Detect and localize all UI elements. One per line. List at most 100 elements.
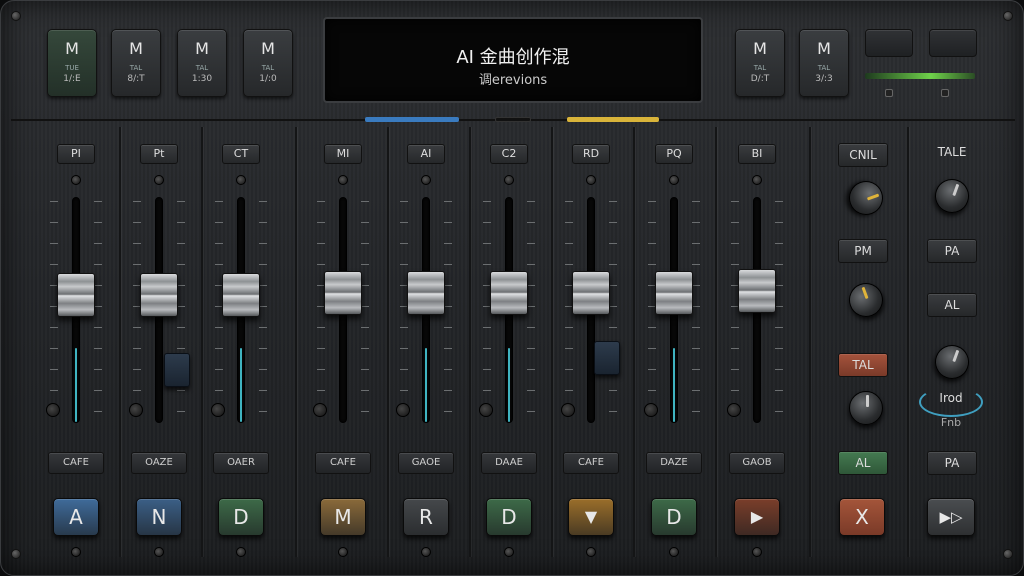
rotary-knob[interactable] [849, 391, 883, 425]
channel-action-button[interactable]: M [320, 498, 366, 536]
scale-tick [400, 243, 408, 244]
scale-tick [400, 201, 408, 202]
scale-tick [361, 285, 369, 286]
channel-label[interactable]: Pt [140, 144, 178, 164]
pa-button-2[interactable]: PA [927, 451, 977, 475]
fader-level-fill [240, 348, 242, 422]
scale-tick [609, 327, 617, 328]
button-value: 8/:T [127, 74, 145, 84]
top-mute-button-1[interactable]: M TUE 1/:E [47, 29, 97, 97]
button-glyph: M [129, 39, 143, 58]
fader-cap[interactable] [738, 269, 776, 313]
gain-label[interactable]: DAAE [481, 452, 537, 474]
al-button[interactable]: AL [927, 293, 977, 317]
scale-tick [609, 285, 617, 286]
rotary-knob[interactable] [844, 278, 888, 322]
channel-label[interactable]: AI [407, 144, 445, 164]
aux-fader-cap[interactable] [594, 341, 620, 375]
scale-tick [648, 222, 656, 223]
channel-label[interactable]: C2 [490, 144, 528, 164]
scale-tick [361, 411, 369, 412]
fader-cap[interactable] [490, 271, 528, 315]
channel-action-button[interactable]: ▶ [734, 498, 780, 536]
top-blank-button-1[interactable] [865, 29, 913, 57]
gain-label[interactable]: CAFE [563, 452, 619, 474]
channel-label[interactable]: CT [222, 144, 260, 164]
play-forward-button[interactable]: ▶▷ [927, 498, 975, 536]
scale-tick [565, 222, 573, 223]
gain-label[interactable]: DAZE [646, 452, 702, 474]
top-mute-button-3[interactable]: M TAL 1:30 [177, 29, 227, 97]
channel-label[interactable]: PQ [655, 144, 693, 164]
scale-tick [648, 369, 656, 370]
pan-knob-icon[interactable] [396, 403, 410, 417]
gain-label[interactable]: GAOB [729, 452, 785, 474]
channel-action-button[interactable]: D [218, 498, 264, 536]
tal-button[interactable]: TAL [838, 353, 888, 377]
scale-tick [317, 243, 325, 244]
scale-tick [50, 201, 58, 202]
scale-tick [731, 243, 739, 244]
channel-label[interactable]: RD [572, 144, 610, 164]
top-mute-button-5[interactable]: M TAL D/:T [735, 29, 785, 97]
channel-label[interactable]: PI [57, 144, 95, 164]
gain-label[interactable]: OAER [213, 452, 269, 474]
rotary-knob[interactable] [930, 174, 974, 218]
pan-knob-icon[interactable] [211, 403, 225, 417]
channel-action-button[interactable]: R [403, 498, 449, 536]
pan-knob-icon[interactable] [46, 403, 60, 417]
fader-cap[interactable] [407, 271, 445, 315]
aux-fader-cap[interactable] [164, 353, 190, 387]
top-blank-button-2[interactable] [929, 29, 977, 57]
scale-tick [177, 264, 185, 265]
scale-tick [317, 369, 325, 370]
fader-cap[interactable] [222, 273, 260, 317]
gain-label[interactable]: OAZE [131, 452, 187, 474]
fader-cap[interactable] [655, 271, 693, 315]
led-indicator [338, 547, 348, 557]
pan-knob-icon[interactable] [129, 403, 143, 417]
channel-action-button[interactable]: D [651, 498, 697, 536]
scale-tick [361, 201, 369, 202]
pan-knob-icon[interactable] [644, 403, 658, 417]
pm-button[interactable]: PM [838, 239, 888, 263]
scale-tick [444, 264, 452, 265]
channel-label[interactable]: MI [324, 144, 362, 164]
top-mute-button-4[interactable]: M TAL 1/:0 [243, 29, 293, 97]
top-mute-button-6[interactable]: M TAL 3/:3 [799, 29, 849, 97]
scale-tick [317, 201, 325, 202]
gain-label[interactable]: CAFE [315, 452, 371, 474]
scale-tick [565, 264, 573, 265]
scale-tick [400, 369, 408, 370]
channel-action-button[interactable]: N [136, 498, 182, 536]
channel-action-button[interactable]: A [53, 498, 99, 536]
scale-tick [50, 264, 58, 265]
channel-label[interactable]: BI [738, 144, 776, 164]
al-green-button[interactable]: AL [838, 451, 888, 475]
scale-tick [177, 327, 185, 328]
pan-knob-icon[interactable] [727, 403, 741, 417]
fader-cap[interactable] [140, 273, 178, 317]
gain-label[interactable]: GAOE [398, 452, 454, 474]
scale-tick [94, 411, 102, 412]
close-button[interactable]: X [839, 498, 885, 536]
channel-action-button[interactable]: D [486, 498, 532, 536]
channel-action-button[interactable]: ▼ [568, 498, 614, 536]
pan-knob-icon[interactable] [479, 403, 493, 417]
rotary-knob[interactable] [930, 340, 974, 384]
scale-tick [400, 264, 408, 265]
gain-label[interactable]: CAFE [48, 452, 104, 474]
scale-tick [444, 327, 452, 328]
pan-knob-icon[interactable] [561, 403, 575, 417]
top-mute-button-2[interactable]: M TAL 8/:T [111, 29, 161, 97]
fader-cap[interactable] [57, 273, 95, 317]
scale-tick [317, 222, 325, 223]
scale-tick [483, 327, 491, 328]
pan-knob-icon[interactable] [313, 403, 327, 417]
fader-cap[interactable] [324, 271, 362, 315]
fader-cap[interactable] [572, 271, 610, 315]
right-header-cnil[interactable]: CNIL [838, 143, 888, 167]
pa-button[interactable]: PA [927, 239, 977, 263]
screw-icon [1003, 549, 1013, 559]
rotary-knob[interactable] [844, 176, 888, 220]
